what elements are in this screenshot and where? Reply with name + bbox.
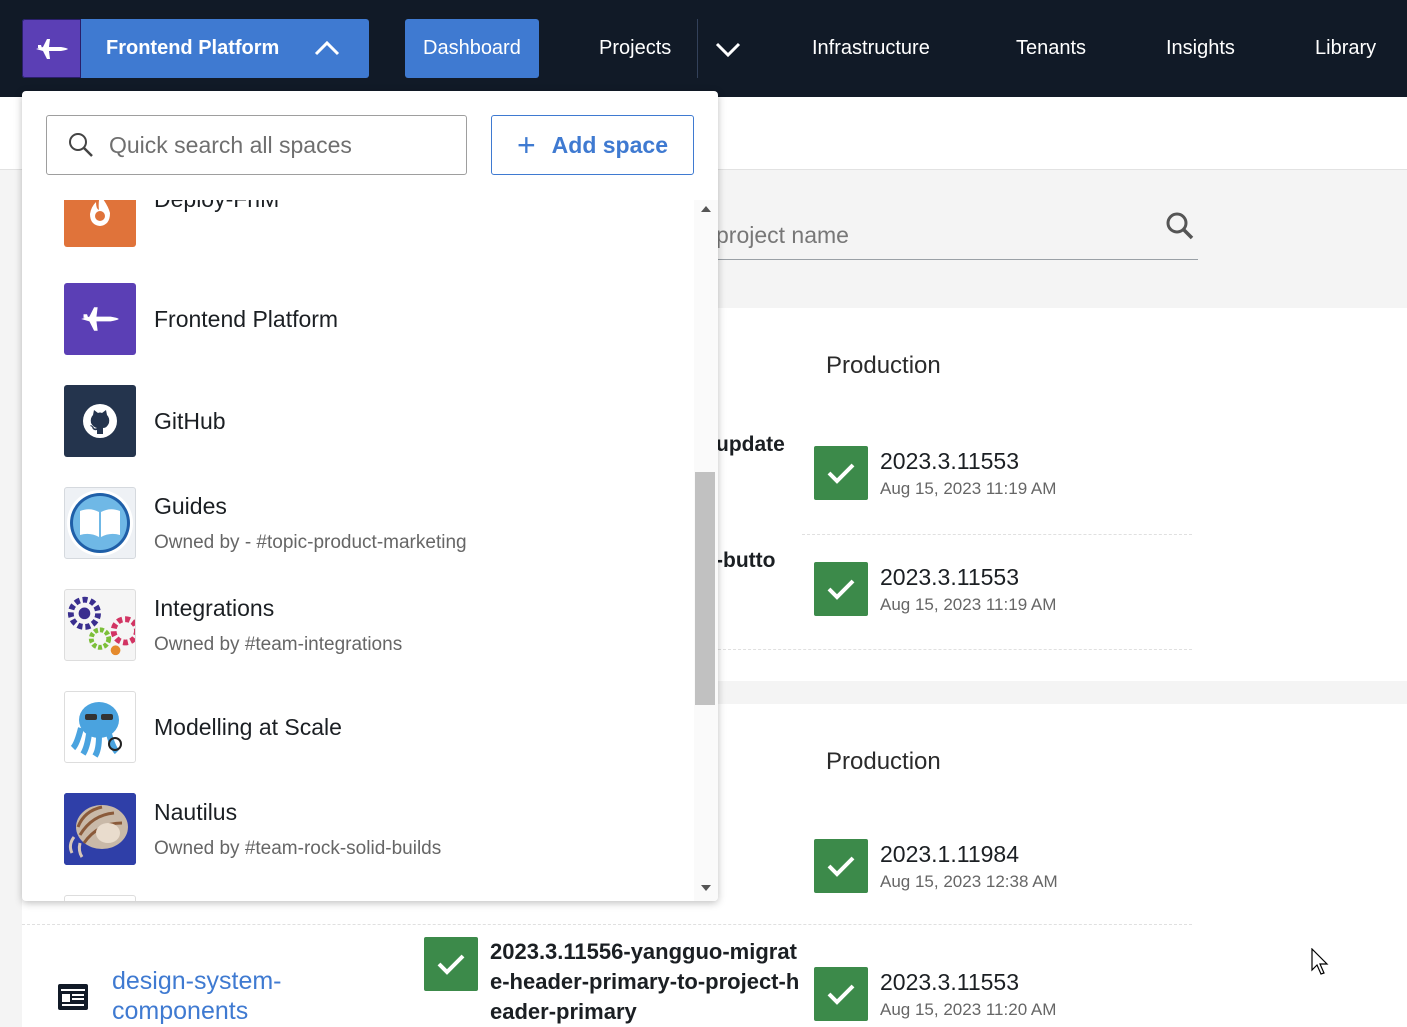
success-status bbox=[814, 839, 868, 893]
nav-dashboard[interactable]: Dashboard bbox=[405, 19, 539, 78]
project-link[interactable]: design-system-components bbox=[112, 966, 332, 1026]
space-name: Deploy-FnM bbox=[154, 200, 279, 213]
space-switcher-dropdown: + Add space Deploy-FnM Frontend Platform bbox=[22, 91, 718, 901]
space-search-input[interactable] bbox=[109, 131, 429, 159]
space-switcher-button[interactable]: Frontend Platform bbox=[22, 19, 369, 78]
space-name: Integrations bbox=[154, 594, 275, 621]
space-item-frontend-platform[interactable]: Frontend Platform bbox=[64, 283, 338, 355]
add-space-button[interactable]: + Add space bbox=[491, 115, 694, 175]
space-avatar bbox=[64, 895, 136, 901]
space-item-guides[interactable]: Guides Owned by - #topic-product-marketi… bbox=[64, 487, 467, 559]
space-item-github[interactable]: GitHub bbox=[64, 385, 226, 457]
release-date: Aug 15, 2023 12:38 AM bbox=[880, 872, 1058, 891]
octopus-icon bbox=[64, 691, 136, 763]
nav-infrastructure[interactable]: Infrastructure bbox=[812, 19, 930, 78]
success-status bbox=[424, 937, 478, 991]
space-list: Deploy-FnM Frontend Platform GitHub bbox=[22, 200, 694, 901]
nav-projects[interactable]: Projects bbox=[599, 19, 671, 78]
github-icon bbox=[64, 385, 136, 457]
jet-icon bbox=[35, 38, 68, 59]
scroll-down-arrow[interactable] bbox=[701, 885, 711, 891]
release-cell[interactable] bbox=[424, 937, 478, 991]
release-version: 2023.3.11553 bbox=[880, 564, 1019, 590]
success-status bbox=[814, 446, 868, 500]
nav-library[interactable]: Library bbox=[1315, 19, 1376, 78]
project-icon bbox=[58, 984, 88, 1010]
nav-tenants[interactable]: Tenants bbox=[1016, 19, 1086, 78]
gears-icon bbox=[64, 589, 136, 661]
release-version: 2023.1.11984 bbox=[880, 841, 1019, 867]
space-name: Frontend Platform bbox=[154, 305, 339, 332]
release-version: 2023.3.11553 bbox=[880, 969, 1019, 995]
space-item-deploy-fnm[interactable]: Deploy-FnM bbox=[64, 200, 279, 247]
release-version: 2023.3.11553 bbox=[880, 448, 1019, 474]
release-label[interactable]: update bbox=[716, 433, 785, 457]
scroll-thumb[interactable] bbox=[695, 472, 715, 705]
space-name: Guides bbox=[154, 492, 227, 519]
space-search-box[interactable] bbox=[46, 115, 467, 175]
space-item-integrations[interactable]: Integrations Owned by #team-integrations bbox=[64, 589, 402, 661]
success-status bbox=[814, 562, 868, 616]
space-logo bbox=[22, 19, 81, 78]
search-icon bbox=[69, 133, 93, 157]
filter-underline bbox=[716, 259, 1198, 260]
release-cell[interactable]: 2023.3.11553 Aug 15, 2023 11:19 AM bbox=[814, 562, 1056, 616]
space-owner: Owned by - #topic-product-marketing bbox=[154, 531, 467, 553]
release-date: Aug 15, 2023 11:19 AM bbox=[880, 479, 1057, 498]
space-name: GitHub bbox=[154, 407, 226, 434]
top-navigation: Frontend Platform Dashboard Projects Inf… bbox=[0, 0, 1407, 97]
checkmark-icon bbox=[437, 954, 465, 975]
scroll-up-arrow[interactable] bbox=[701, 206, 711, 212]
space-owner: Owned by #team-rock-solid-builds bbox=[154, 837, 442, 859]
release-cell[interactable]: 2023.1.11984 Aug 15, 2023 12:38 AM bbox=[814, 839, 1058, 893]
chevron-up-icon bbox=[314, 40, 340, 56]
dropdown-scrollbar[interactable] bbox=[694, 200, 718, 901]
mouse-cursor-icon bbox=[1311, 948, 1329, 975]
space-item-modelling-at-scale[interactable]: Modelling at Scale bbox=[64, 691, 342, 763]
plus-icon: + bbox=[516, 127, 536, 163]
add-space-label: Add space bbox=[551, 131, 668, 158]
row-divider bbox=[718, 649, 1192, 650]
nav-insights[interactable]: Insights bbox=[1166, 19, 1235, 78]
release-version[interactable]: 2023.3.11556-yangguo-migrate-header-prim… bbox=[490, 937, 800, 1027]
checkmark-icon bbox=[827, 984, 855, 1005]
space-item-nautilus[interactable]: Nautilus Owned by #team-rock-solid-build… bbox=[64, 793, 441, 865]
checkmark-icon bbox=[827, 579, 855, 600]
release-cell[interactable]: 2023.3.11553 Aug 15, 2023 11:20 AM bbox=[814, 967, 1056, 1021]
row-divider bbox=[802, 534, 1192, 535]
checkmark-icon bbox=[827, 856, 855, 877]
environment-header: Production bbox=[826, 748, 941, 775]
environment-header: Production bbox=[826, 352, 941, 379]
projects-dropdown-toggle[interactable] bbox=[712, 19, 744, 78]
success-status bbox=[814, 967, 868, 1021]
release-date: Aug 15, 2023 11:19 AM bbox=[880, 595, 1057, 614]
current-space-name: Frontend Platform bbox=[106, 37, 280, 59]
release-date: Aug 15, 2023 11:20 AM bbox=[880, 1000, 1057, 1019]
space-item-next[interactable] bbox=[64, 895, 136, 901]
flame-icon bbox=[64, 200, 136, 247]
nav-separator bbox=[697, 19, 698, 78]
project-filter-input[interactable]: project name bbox=[716, 222, 849, 249]
row-divider bbox=[22, 924, 1192, 925]
search-icon[interactable] bbox=[1164, 210, 1196, 242]
jet-icon bbox=[64, 283, 136, 355]
chevron-down-icon bbox=[715, 42, 741, 57]
space-name: Nautilus bbox=[154, 798, 238, 825]
book-icon bbox=[64, 487, 136, 559]
space-owner: Owned by #team-integrations bbox=[154, 633, 403, 655]
space-name: Modelling at Scale bbox=[154, 713, 342, 740]
checkmark-icon bbox=[827, 463, 855, 484]
release-label[interactable]: -butto bbox=[716, 549, 775, 573]
nautilus-icon bbox=[64, 793, 136, 865]
release-cell[interactable]: 2023.3.11553 Aug 15, 2023 11:19 AM bbox=[814, 446, 1056, 500]
